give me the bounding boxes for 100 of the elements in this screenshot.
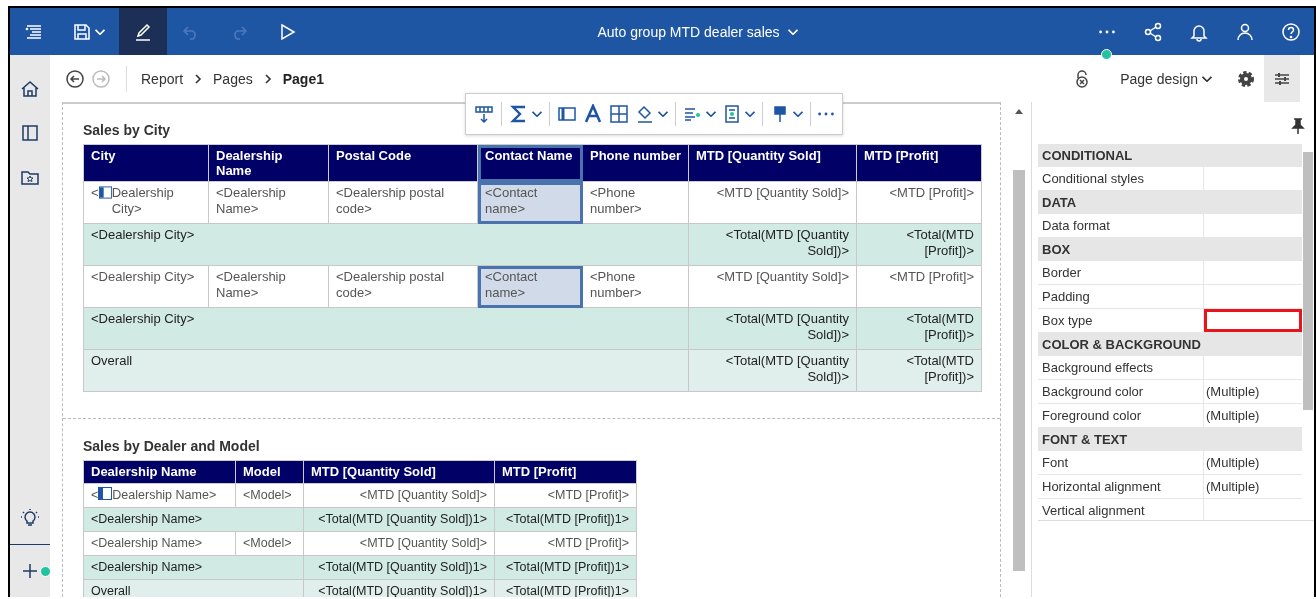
- caret-icon: [658, 111, 668, 117]
- section-header[interactable]: CONDITIONAL: [1038, 144, 1302, 167]
- table-cell: <Total(MTD [Profit])>: [856, 223, 982, 266]
- property-name: Padding: [1038, 285, 1204, 308]
- property-name: Border: [1038, 261, 1204, 284]
- sliders-button[interactable]: [1264, 55, 1300, 102]
- column-header[interactable]: City: [83, 144, 209, 182]
- scroll-up-icon[interactable]: [1014, 108, 1023, 114]
- column-header[interactable]: MTD [Quantity Sold]: [688, 144, 857, 182]
- view-mode-dropdown[interactable]: Page design: [1114, 69, 1218, 88]
- grid-button[interactable]: [607, 104, 631, 124]
- column-header[interactable]: Model: [235, 460, 304, 484]
- more-icon: [1099, 29, 1115, 34]
- panel-button[interactable]: [555, 104, 579, 124]
- table-cell: <MTD [Profit]>: [494, 531, 637, 556]
- column-header[interactable]: Phone number: [582, 144, 689, 182]
- table-cell: <Model>: [235, 483, 304, 508]
- insert-column-button[interactable]: [472, 104, 496, 124]
- caret-icon: [793, 111, 803, 117]
- more-button[interactable]: [816, 112, 836, 116]
- table-cell: <Dealership postal code>: [328, 265, 478, 308]
- table-cell: <Dealership City>: [83, 265, 209, 308]
- report-title[interactable]: Auto group MTD dealer sales: [597, 23, 780, 40]
- caret-icon: [532, 111, 542, 117]
- table-cell: <Total(MTD [Profit])>: [856, 349, 982, 392]
- scrollbar-thumb[interactable]: [1012, 170, 1025, 571]
- breadcrumb-link[interactable]: Report: [141, 70, 184, 87]
- table-cell: <MTD [Profit]>: [856, 265, 982, 308]
- breadcrumb-link[interactable]: Pages: [213, 70, 253, 87]
- cell-text: <: [91, 185, 99, 201]
- column-header[interactable]: MTD [Quantity Sold]: [303, 460, 495, 484]
- table-cell: <Dealership Name>: [208, 265, 329, 308]
- section-header[interactable]: COLOR & BACKGROUND: [1038, 333, 1302, 356]
- letter-a-icon: [583, 104, 603, 124]
- property-value[interactable]: (Multiple): [1204, 451, 1302, 474]
- table-cell: <Total(MTD [Quantity Sold])>: [688, 349, 857, 392]
- table-cell: <Dealership Name>: [83, 507, 304, 532]
- breadcrumb-link[interactable]: Page1: [282, 70, 324, 87]
- caret-icon: [706, 111, 716, 117]
- table-cell: <Model>: [235, 531, 304, 556]
- property-field[interactable]: [1204, 309, 1302, 332]
- section-title: Sales by City: [83, 122, 172, 138]
- chevron-right-icon: [262, 72, 273, 85]
- cell-text: Dealership City>: [111, 185, 175, 217]
- paint-bucket-icon: [635, 104, 655, 124]
- table-cell: <Phone number>: [582, 265, 689, 308]
- table-cell: <MTD [Quantity Sold]>: [303, 483, 495, 508]
- section-header[interactable]: BOX: [1038, 238, 1302, 261]
- table-cell: <Dealership Name>: [208, 181, 329, 224]
- column-header[interactable]: Postal Code: [328, 144, 478, 182]
- table-cell: <MTD [Profit]>: [494, 483, 637, 508]
- table-cell: <Dealership City>: [83, 223, 689, 266]
- table-cell: <Total(MTD [Quantity Sold])1>: [303, 507, 495, 532]
- chevron-down-icon: [787, 28, 798, 35]
- column-header[interactable]: MTD [Profit]: [856, 144, 982, 182]
- column-header[interactable]: MTD [Profit]: [494, 460, 637, 484]
- table-cell: <Total(MTD [Profit])>: [856, 307, 982, 350]
- grid-icon: [609, 104, 629, 124]
- table-cell: <Dealership Name>: [83, 555, 304, 580]
- share-icon: [1143, 21, 1163, 42]
- cell-text: Dealership Name>: [112, 487, 217, 504]
- section-header[interactable]: FONT & TEXT: [1038, 428, 1302, 451]
- property-name: Horizontal alignment: [1038, 475, 1204, 498]
- home-icon: [20, 79, 40, 99]
- table-cell: <Total(MTD [Quantity Sold])>: [688, 307, 857, 350]
- chevron-right-icon: [193, 72, 204, 85]
- property-value[interactable]: (Multiple): [1204, 475, 1302, 498]
- property-name: Conditional styles: [1038, 167, 1204, 190]
- table-cell: <Total(MTD [Quantity Sold])1>: [303, 555, 495, 580]
- table-cell: <MTD [Quantity Sold]>: [303, 531, 495, 556]
- pin-icon: [1288, 116, 1308, 136]
- table-cell: Overall: [83, 349, 689, 392]
- property-name: Box type: [1038, 309, 1204, 332]
- column-header[interactable]: Dealership Name: [208, 144, 329, 182]
- property-name: Background effects: [1038, 356, 1204, 379]
- column-header[interactable]: Contact Name: [477, 144, 583, 182]
- table-cell: <Dealership postal code>: [328, 181, 478, 224]
- property-name: Vertical alignment: [1038, 499, 1204, 520]
- chevron-down-icon: [1202, 75, 1212, 82]
- column-header[interactable]: Dealership Name: [83, 460, 236, 484]
- table-cell: <Contact name>: [477, 181, 583, 224]
- property-value[interactable]: (Multiple): [1204, 380, 1302, 403]
- more-icon: [818, 112, 834, 116]
- caret-icon: [745, 111, 755, 117]
- pencil-button[interactable]: [119, 8, 167, 55]
- section-title: Sales by Dealer and Model: [83, 438, 261, 454]
- table-cell: <Dealership City>: [83, 307, 689, 350]
- section-header[interactable]: DATA: [1038, 191, 1302, 214]
- lightbulb-icon: [20, 508, 40, 528]
- property-name: Foreground color: [1038, 404, 1204, 427]
- property-value[interactable]: (Multiple): [1204, 404, 1302, 427]
- caret-icon: [95, 28, 105, 35]
- panel-icon: [20, 123, 40, 143]
- panel-icon: [98, 487, 113, 500]
- table-cell: <Contact name>: [477, 265, 583, 308]
- help-icon: [1281, 21, 1301, 42]
- table-cell: <Phone number>: [582, 181, 689, 224]
- table-cell: <MTD [Quantity Sold]>: [688, 181, 857, 224]
- table-cell: <MTD [Profit]>: [856, 181, 982, 224]
- scrollbar-thumb[interactable]: [1303, 152, 1313, 410]
